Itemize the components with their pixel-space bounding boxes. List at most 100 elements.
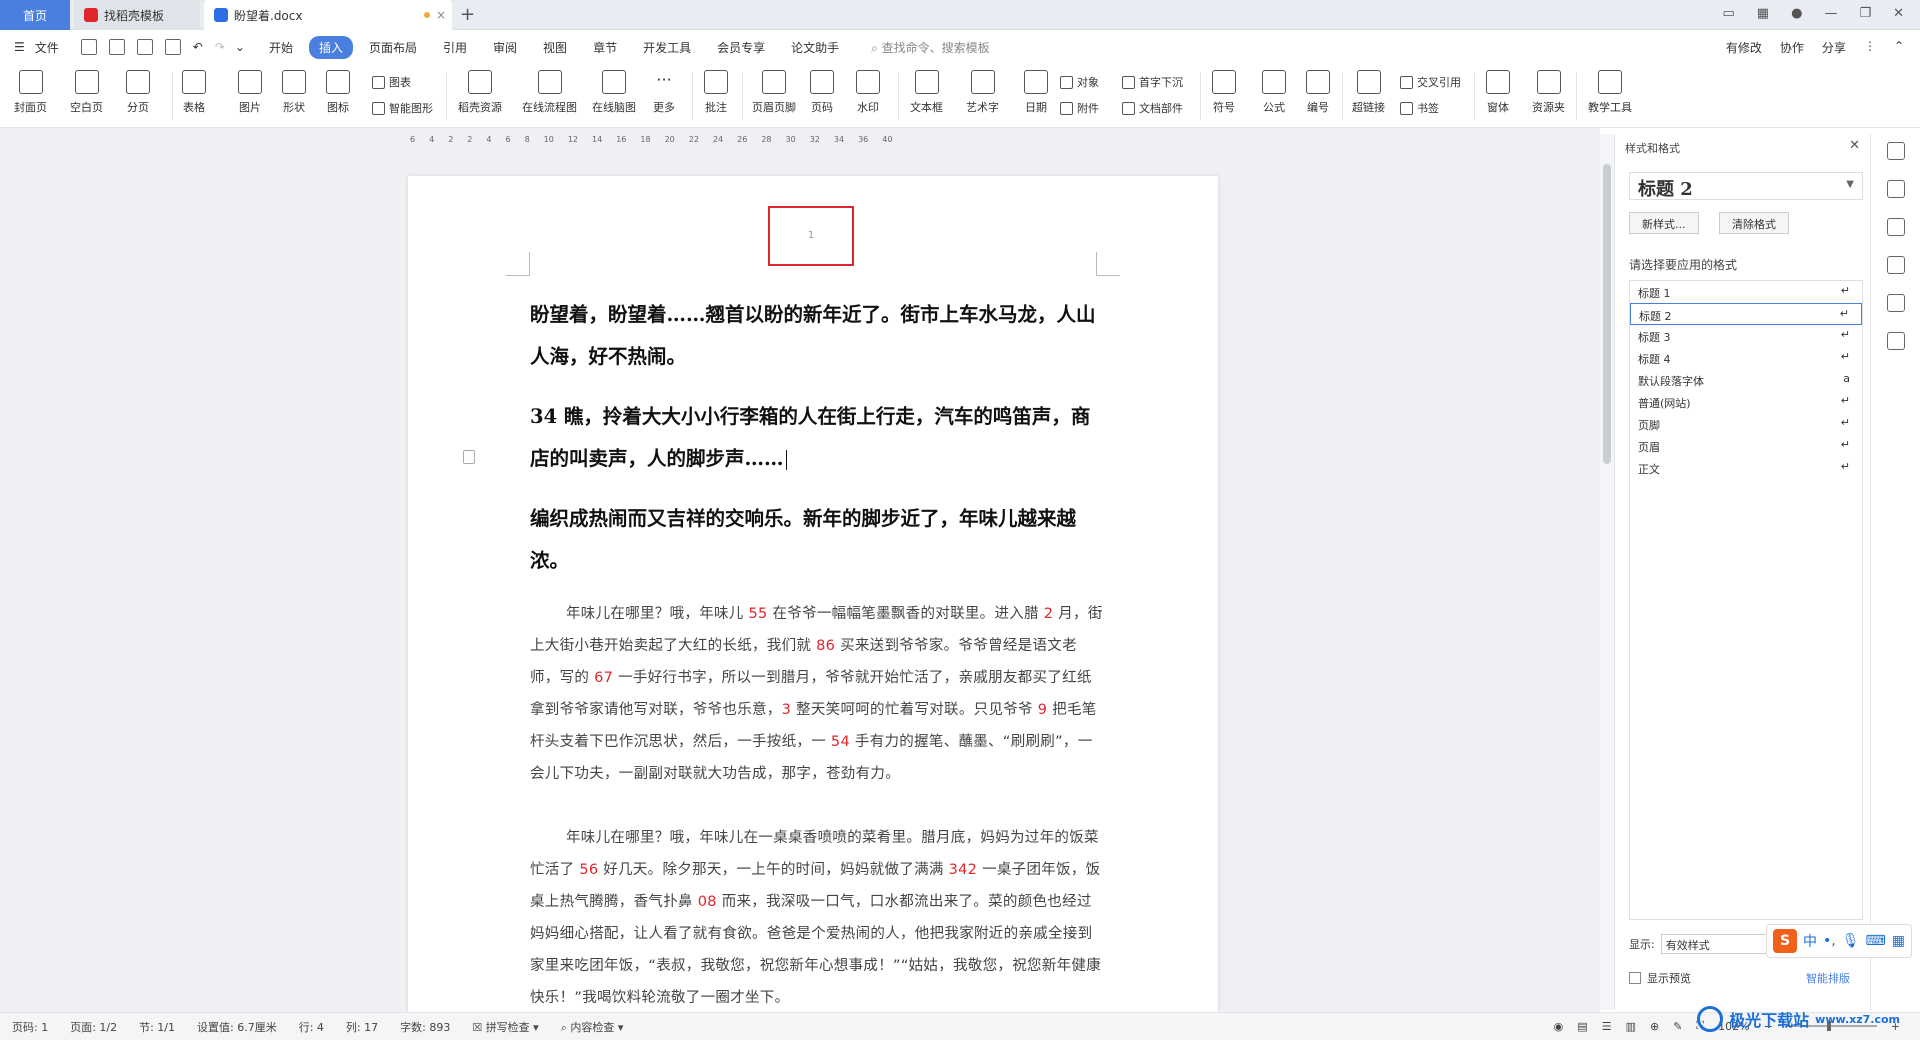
teaching-tools-button[interactable]: 教学工具 <box>1588 70 1632 115</box>
current-style-select[interactable]: 标题 2 ▼ <box>1629 172 1863 200</box>
menu-developer[interactable]: 开发工具 <box>633 36 701 59</box>
page-break-button[interactable]: 分页 <box>126 70 150 115</box>
docer-resource-button[interactable]: 稻壳资源 <box>458 70 502 115</box>
menu-layout[interactable]: 页面布局 <box>359 36 427 59</box>
style-item-body[interactable]: 正文 ↵ <box>1630 457 1862 479</box>
microphone-icon[interactable]: 🎙 <box>1842 933 1860 949</box>
numbering-button[interactable]: 编号 <box>1306 70 1330 115</box>
style-item-default-font[interactable]: 默认段落字体 a <box>1630 369 1862 391</box>
bookmark-button[interactable]: 书签 <box>1400 100 1439 116</box>
heading-paragraph-2[interactable]: 34 瞧，拎着大大小小行李箱的人在街上行走，汽车的鸣笛声，商店的叫卖声，人的脚步… <box>530 396 1106 480</box>
new-tab-button[interactable]: + <box>460 4 475 25</box>
flowchart-button[interactable]: 在线流程图 <box>522 70 577 115</box>
avatar[interactable]: ● <box>1791 6 1802 21</box>
style-item-footer[interactable]: 页脚 ↵ <box>1630 413 1862 435</box>
smart-layout-button[interactable]: 智能排版 <box>1806 970 1850 986</box>
form-button[interactable]: 窗体 <box>1486 70 1510 115</box>
heading-paragraph-1[interactable]: 盼望着，盼望着……翘首以盼的新年近了。街市上车水马龙，人山人海，好不热闹。 <box>530 294 1106 378</box>
status-col[interactable]: 列: 17 <box>346 1019 378 1035</box>
mindmap-button[interactable]: 在线脑图 <box>592 70 636 115</box>
picture-button[interactable]: 图片 <box>238 70 262 115</box>
navigation-icon[interactable] <box>1887 294 1905 312</box>
more-menu-icon[interactable]: ⋮ <box>1864 39 1876 56</box>
more-button[interactable]: ··· 更多 <box>652 70 676 115</box>
tab-home[interactable]: 首页 <box>0 0 70 30</box>
menu-file[interactable]: 文件 <box>25 36 69 59</box>
undo-icon[interactable]: ↶ <box>193 40 203 54</box>
book-icon[interactable] <box>1887 332 1905 350</box>
menu-member[interactable]: 会员专享 <box>707 36 775 59</box>
new-style-button[interactable]: 新样式... <box>1629 212 1699 234</box>
preview-checkbox[interactable] <box>1629 972 1641 984</box>
status-words[interactable]: 字数: 893 <box>400 1019 450 1035</box>
body-paragraph-2[interactable]: 年味儿在哪里？哦，年味儿在一桌桌香喷喷的菜肴里。腊月底，妈妈为过年的饭菜忙活了 … <box>530 822 1106 1012</box>
horizontal-ruler[interactable]: 6 4 2 2 4 6 8 10 12 14 16 18 20 22 24 26 28 30 32 34 36 40 <box>410 132 1210 146</box>
status-page[interactable]: 页码: 1 <box>12 1019 48 1035</box>
chart-button[interactable]: 图表 <box>372 74 411 90</box>
reading-view-icon[interactable]: ▥ <box>1626 1020 1636 1033</box>
save-icon[interactable] <box>80 39 97 55</box>
style-item-heading3[interactable]: 标题 3 ↵ <box>1630 325 1862 347</box>
menu-view[interactable]: 视图 <box>533 36 577 59</box>
menu-references[interactable]: 引用 <box>433 36 477 59</box>
command-search[interactable]: ⌕ 查找命令、搜索模板 <box>871 39 990 56</box>
smart-art-button[interactable]: 智能图形 <box>372 100 433 116</box>
modified-button[interactable]: 有修改 <box>1726 39 1762 56</box>
hyperlink-button[interactable]: 超链接 <box>1352 70 1385 115</box>
more-chevron-icon[interactable]: ⌄ <box>235 40 245 54</box>
image-tools-icon[interactable] <box>1887 256 1905 274</box>
textbox-button[interactable]: 文本框 <box>910 70 943 115</box>
vertical-ruler[interactable] <box>0 150 14 1010</box>
menu-insert[interactable]: 插入 <box>308 35 353 59</box>
collaborate-button[interactable]: 协作 <box>1780 39 1804 56</box>
close-tab-icon[interactable]: × <box>436 8 446 22</box>
date-button[interactable]: 日期 <box>1024 70 1048 115</box>
formula-button[interactable]: 公式 <box>1262 70 1286 115</box>
attachment-button[interactable]: 附件 <box>1060 100 1099 116</box>
punctuation-icon[interactable]: •, <box>1823 933 1836 949</box>
doc-parts-button[interactable]: 文档部件 <box>1122 100 1183 116</box>
status-section[interactable]: 节: 1/1 <box>139 1019 175 1035</box>
apps-grid-icon[interactable]: ▦ <box>1757 6 1769 21</box>
close-window-icon[interactable]: ✕ <box>1893 6 1904 21</box>
tab-template[interactable]: 找稻壳模板 <box>74 0 200 30</box>
page-number-button[interactable]: 页码 <box>810 70 834 115</box>
menu-paper[interactable]: 论文助手 <box>781 36 849 59</box>
icon-button[interactable]: 图标 <box>326 70 350 115</box>
menu-review[interactable]: 审阅 <box>483 36 527 59</box>
document-page[interactable]: 1 盼望着，盼望着……翘首以盼的新年近了。街市上车水马龙，人山人海，好不热闹。 … <box>408 176 1218 1012</box>
scrollbar-thumb[interactable] <box>1603 164 1611 464</box>
redo-icon[interactable]: ↷ <box>215 40 225 54</box>
keyboard-icon[interactable]: ⌨ <box>1866 933 1886 949</box>
clear-format-button[interactable]: 清除格式 <box>1719 212 1789 234</box>
status-setting[interactable]: 设置值: 6.7厘米 <box>197 1019 277 1035</box>
panel-title[interactable]: 样式和格式 <box>1625 140 1680 156</box>
style-item-header[interactable]: 页眉 ↵ <box>1630 435 1862 457</box>
apps-icon[interactable]: ▦ <box>1892 933 1905 949</box>
panel-pin-close[interactable]: ✕ <box>1849 138 1860 153</box>
menu-home[interactable]: 开始 <box>259 36 303 59</box>
hamburger-icon[interactable]: ☰ <box>14 40 25 54</box>
ime-language[interactable]: 中 <box>1803 931 1817 951</box>
status-row[interactable]: 行: 4 <box>299 1019 324 1035</box>
cross-reference-button[interactable]: 交叉引用 <box>1400 74 1461 90</box>
style-item-normal-web[interactable]: 普通(网站) ↵ <box>1630 391 1862 413</box>
menu-section[interactable]: 章节 <box>583 36 627 59</box>
header-page-number[interactable]: 1 <box>770 230 852 241</box>
symbol-button[interactable]: 符号 <box>1212 70 1236 115</box>
header-footer-button[interactable]: 页眉页脚 <box>752 70 796 115</box>
restore-icon[interactable]: ❐ <box>1859 6 1871 21</box>
vertical-scrollbar[interactable] <box>1600 134 1614 1010</box>
comment-button[interactable]: 批注 <box>704 70 728 115</box>
ime-toolbar[interactable]: S 中 •, 🎙 ⌨ ▦ <box>1766 924 1912 958</box>
outline-view-icon[interactable]: ☰ <box>1602 1020 1612 1033</box>
share-button[interactable]: 分享 <box>1822 39 1846 56</box>
resource-folder-button[interactable]: 资源夹 <box>1532 70 1565 115</box>
layout-icon[interactable]: ▭ <box>1723 6 1735 21</box>
adjust-sliders-icon[interactable] <box>1887 218 1905 236</box>
show-filter-select[interactable]: 有效样式 <box>1660 934 1781 954</box>
object-button[interactable]: 对象 <box>1060 74 1099 90</box>
drop-cap-button[interactable]: 首字下沉 <box>1122 74 1183 90</box>
status-pages[interactable]: 页面: 1/2 <box>70 1019 117 1035</box>
tab-document[interactable]: 盼望着.docx × <box>204 0 452 30</box>
